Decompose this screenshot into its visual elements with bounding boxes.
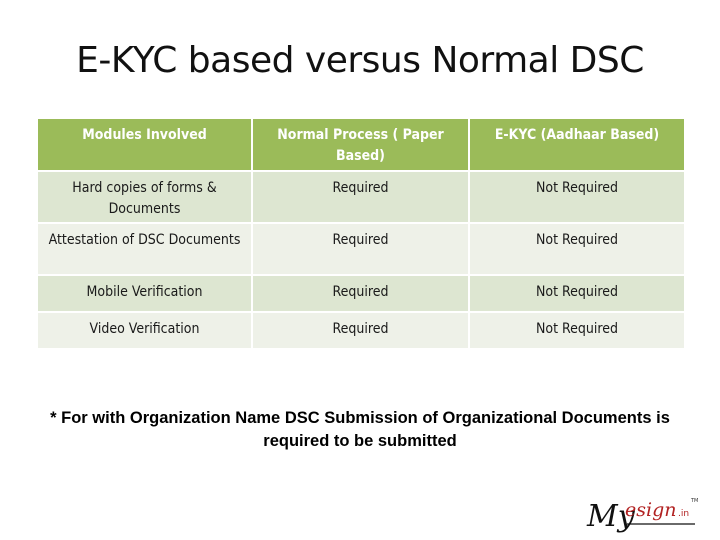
footnote-line-2: required to be submitted <box>263 432 457 450</box>
module-cell: Video Verification <box>36 311 253 350</box>
module-cell: Attestation of DSC Documents <box>36 222 253 276</box>
table-row: Video Verification Required Not Required <box>36 311 686 350</box>
slide-title: E-KYC based versus Normal DSC <box>76 40 644 81</box>
footnote: * For with Organization Name DSC Submiss… <box>0 407 720 453</box>
module-cell: Mobile Verification <box>36 274 253 313</box>
logo-tm: TM <box>690 498 698 504</box>
comparison-table: Modules Involved Normal Process ( Paper … <box>36 117 686 350</box>
header-normal-process: Normal Process ( Paper Based) <box>251 117 470 172</box>
normal-cell: Required <box>251 311 470 350</box>
logo-esign: esign <box>625 499 676 521</box>
logo-suffix: .in <box>678 509 689 519</box>
module-cell: Hard copies of forms & Documents <box>36 170 253 224</box>
normal-cell: Required <box>251 274 470 313</box>
header-ekyc: E-KYC (Aadhaar Based) <box>468 117 686 172</box>
normal-cell: Required <box>251 222 470 276</box>
table-header-row: Modules Involved Normal Process ( Paper … <box>36 117 686 172</box>
header-modules: Modules Involved <box>36 117 253 172</box>
ekyc-cell: Not Required <box>468 222 686 276</box>
myesign-logo: My esign .in TM <box>586 498 698 534</box>
ekyc-cell: Not Required <box>468 274 686 313</box>
table-row: Mobile Verification Required Not Require… <box>36 274 686 313</box>
table-row: Attestation of DSC Documents Required No… <box>36 222 686 276</box>
table-row: Hard copies of forms & Documents Require… <box>36 170 686 224</box>
normal-cell: Required <box>251 170 470 224</box>
footnote-line-1: * For with Organization Name DSC Submiss… <box>50 409 670 427</box>
ekyc-cell: Not Required <box>468 311 686 350</box>
ekyc-cell: Not Required <box>468 170 686 224</box>
